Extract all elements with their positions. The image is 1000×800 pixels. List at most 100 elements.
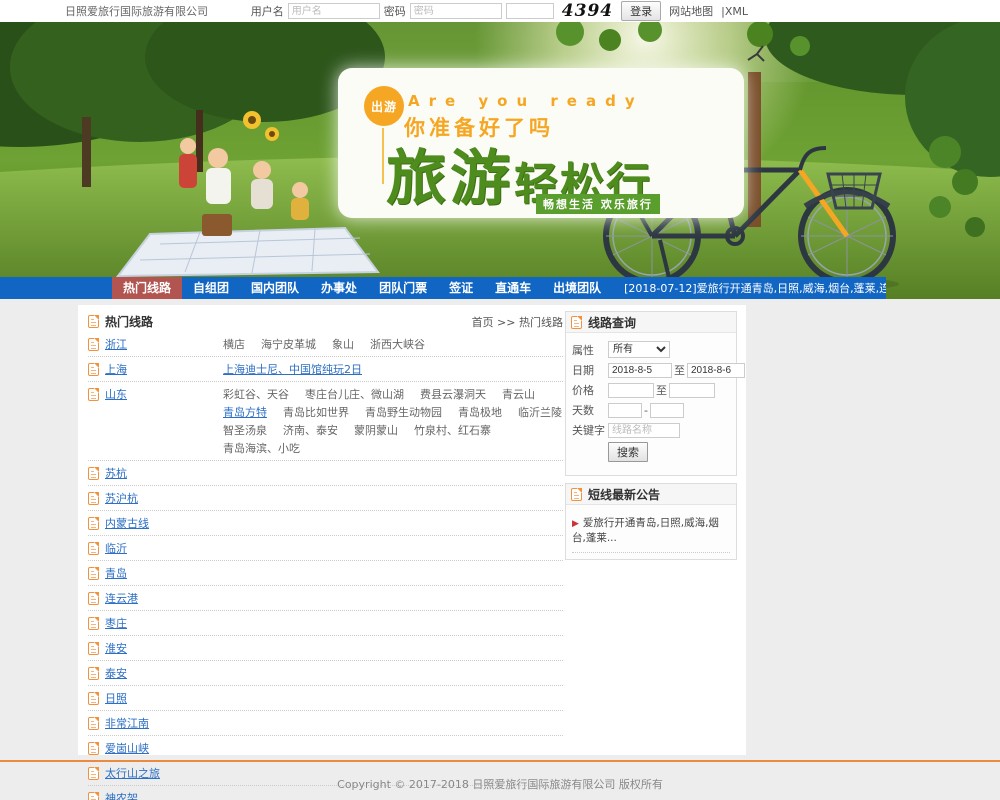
region-link[interactable]: 山东 bbox=[105, 387, 223, 402]
sub-link[interactable]: 费县云瀑洞天 bbox=[420, 387, 486, 402]
breadcrumb[interactable]: 首页 >> 热门线路 bbox=[472, 314, 563, 330]
region-link[interactable]: 上海 bbox=[105, 362, 223, 377]
route-link[interactable]: 淮安 bbox=[105, 641, 127, 656]
section-title: 热门线路 bbox=[105, 313, 153, 330]
nav-item[interactable]: 自组团 bbox=[182, 277, 240, 299]
route-link[interactable]: 内蒙古线 bbox=[105, 516, 149, 531]
nav-item[interactable]: 签证 bbox=[438, 277, 484, 299]
sub-link[interactable]: 蒙阴蒙山 bbox=[354, 423, 398, 438]
document-icon bbox=[88, 592, 99, 605]
nav-item[interactable]: 出境团队 bbox=[542, 277, 612, 299]
content-area: 热门线路 首页 >> 热门线路 浙江横店 海宁皮革城 象山 浙西大峡谷上海上海迪士尼、… bbox=[78, 305, 746, 755]
price-min-input[interactable] bbox=[608, 383, 654, 398]
banner-badge: 出游 bbox=[364, 86, 404, 126]
topbar: 日照爱旅行国际旅游有限公司 用户名 密码 4394 登录 网站地图 |XML bbox=[0, 0, 1000, 22]
username-label: 用户名 bbox=[251, 3, 284, 19]
document-icon bbox=[88, 642, 99, 655]
sub-link[interactable]: 浙西大峡谷 bbox=[370, 337, 425, 352]
sub-link[interactable]: 青岛极地 bbox=[458, 405, 502, 420]
sub-link[interactable]: 枣庄台儿庄、微山湖 bbox=[305, 387, 404, 402]
sub-link[interactable]: 青云山 bbox=[502, 387, 535, 402]
banner-tagline: 畅想生活 欢乐旅行 bbox=[536, 194, 660, 214]
route-link[interactable]: 非常江南 bbox=[105, 716, 149, 731]
document-icon bbox=[88, 667, 99, 680]
login-button[interactable]: 登录 bbox=[621, 1, 661, 21]
nav-item[interactable]: 团队门票 bbox=[368, 277, 438, 299]
sitemap-link[interactable]: 网站地图 bbox=[669, 3, 713, 19]
price-max-input[interactable] bbox=[669, 383, 715, 398]
nav-item[interactable]: 国内团队 bbox=[240, 277, 310, 299]
route-link[interactable]: 连云港 bbox=[105, 591, 138, 606]
days-max-input[interactable] bbox=[650, 403, 684, 418]
sub-link[interactable]: 竹泉村、红石寨 bbox=[414, 423, 491, 438]
price-to-label: 至 bbox=[656, 382, 667, 398]
password-input[interactable] bbox=[410, 3, 502, 19]
sub-link[interactable]: 青岛方特 bbox=[223, 405, 267, 420]
route-row: 内蒙古线 bbox=[88, 511, 563, 536]
nav-item[interactable]: 直通车 bbox=[484, 277, 542, 299]
route-link[interactable]: 苏沪杭 bbox=[105, 491, 138, 506]
date-from-input[interactable] bbox=[608, 363, 672, 378]
route-row: 青岛 bbox=[88, 561, 563, 586]
route-link[interactable]: 苏杭 bbox=[105, 466, 127, 481]
notice-header: 短线最新公告 bbox=[566, 484, 736, 505]
document-icon bbox=[88, 567, 99, 580]
route-search-header: 线路查询 bbox=[566, 312, 736, 333]
date-to-label: 至 bbox=[674, 362, 685, 378]
route-link[interactable]: 爱崮山峡 bbox=[105, 741, 149, 756]
route-row: 泰安 bbox=[88, 661, 563, 686]
route-link[interactable]: 枣庄 bbox=[105, 616, 127, 631]
date-to-input[interactable] bbox=[687, 363, 745, 378]
document-icon bbox=[571, 316, 582, 329]
document-icon bbox=[88, 617, 99, 630]
region-link[interactable]: 浙江 bbox=[105, 337, 223, 352]
document-icon bbox=[88, 338, 99, 351]
keyword-input[interactable] bbox=[608, 423, 680, 438]
route-search-title: 线路查询 bbox=[588, 314, 636, 331]
sub-link[interactable]: 智圣汤泉 bbox=[223, 423, 267, 438]
document-icon bbox=[88, 517, 99, 530]
document-icon bbox=[88, 542, 99, 555]
notice-title: 短线最新公告 bbox=[588, 486, 660, 503]
route-link[interactable]: 临沂 bbox=[105, 541, 127, 556]
route-rows: 苏杭苏沪杭内蒙古线临沂青岛连云港枣庄淮安泰安日照非常江南爱崮山峡太行山之旅神农架 bbox=[88, 461, 563, 800]
days-min-input[interactable] bbox=[608, 403, 642, 418]
sub-link[interactable]: 青岛海滨、小吃 bbox=[223, 441, 300, 456]
route-link[interactable]: 泰安 bbox=[105, 666, 127, 681]
username-input[interactable] bbox=[288, 3, 380, 19]
sub-link[interactable]: 横店 bbox=[223, 337, 245, 352]
attribute-select[interactable]: 所有 bbox=[608, 341, 670, 358]
document-icon bbox=[88, 492, 99, 505]
region-sublinks: 上海迪士尼、中国馆纯玩2日 bbox=[223, 362, 362, 377]
region-row: 浙江横店 海宁皮革城 象山 浙西大峡谷 bbox=[88, 332, 563, 357]
notice-item[interactable]: ▶爱旅行开通青岛,日照,威海,烟台,蓬莱... bbox=[572, 515, 730, 553]
sub-link[interactable]: 海宁皮革城 bbox=[261, 337, 316, 352]
search-button[interactable]: 搜索 bbox=[608, 442, 648, 462]
region-sublinks: 横店 海宁皮革城 象山 浙西大峡谷 bbox=[223, 337, 425, 352]
notice-list: ▶爱旅行开通青岛,日照,威海,烟台,蓬莱... bbox=[566, 505, 736, 559]
route-link[interactable]: 日照 bbox=[105, 691, 127, 706]
sub-link[interactable]: 济南、泰安 bbox=[283, 423, 338, 438]
sub-link[interactable]: 青岛比如世界 bbox=[283, 405, 349, 420]
captcha-input[interactable] bbox=[506, 3, 554, 19]
route-search-box: 线路查询 属性 所有 日期 至 价格 bbox=[565, 311, 737, 476]
sub-link[interactable]: 青岛野生动物园 bbox=[365, 405, 442, 420]
route-row: 淮安 bbox=[88, 636, 563, 661]
sub-link[interactable]: 象山 bbox=[332, 337, 354, 352]
hero-banner: 出游 Are you ready 你准备好了吗 旅游轻松行 畅想生活 欢乐旅行 … bbox=[0, 22, 1000, 299]
nav-news-ticker[interactable]: [2018-07-12]爱旅行开通青岛,日照,威海,烟台,蓬莱,连云港金品五日.… bbox=[624, 280, 886, 296]
xml-link[interactable]: |XML bbox=[721, 5, 748, 18]
nav-items: 热门线路自组团国内团队办事处团队门票签证直通车出境团队 bbox=[112, 277, 612, 299]
sub-link[interactable]: 彩虹谷、天谷 bbox=[223, 387, 289, 402]
route-link[interactable]: 青岛 bbox=[105, 566, 127, 581]
nav-item[interactable]: 办事处 bbox=[310, 277, 368, 299]
route-row: 苏沪杭 bbox=[88, 486, 563, 511]
sub-link[interactable]: 临沂兰陵 bbox=[518, 405, 562, 420]
route-row: 连云港 bbox=[88, 586, 563, 611]
sub-link[interactable]: 上海迪士尼、中国馆纯玩2日 bbox=[223, 362, 362, 377]
document-icon bbox=[88, 742, 99, 755]
route-link[interactable]: 神农架 bbox=[105, 791, 138, 800]
nav-item[interactable]: 热门线路 bbox=[112, 277, 182, 299]
notice-text: 爱旅行开通青岛,日照,威海,烟台,蓬莱... bbox=[572, 517, 719, 544]
price-label: 价格 bbox=[572, 382, 608, 398]
